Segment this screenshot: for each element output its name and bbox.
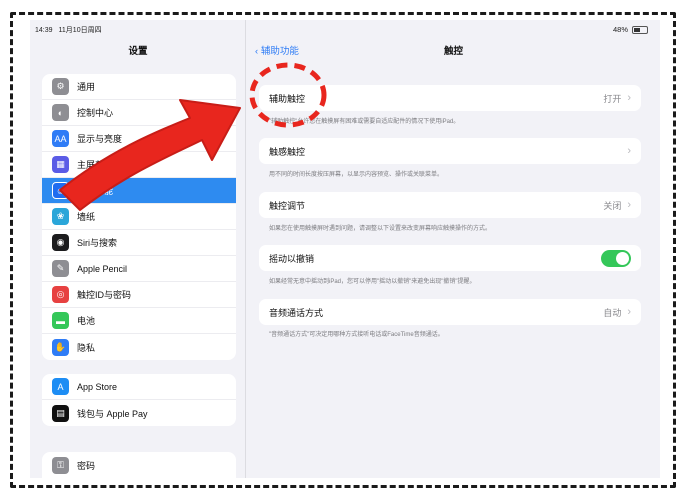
sidebar-item-label: 墙纸 — [77, 212, 96, 222]
sidebar-item-passwords[interactable]: ⚿ 密码 — [42, 452, 236, 478]
sidebar-item-label: 控制中心 — [77, 108, 114, 118]
settings-sidebar: 14:39 11月10日周四 设置 ⚙ 通用 ◐ 控制中心 AA 显示与亮度 ▦ … — [30, 20, 246, 478]
sidebar-item-label: 显示与亮度 — [77, 134, 123, 144]
sidebar-item-privacy[interactable]: ✋ 隐私 — [42, 334, 236, 360]
sidebar-item-app-store[interactable]: A App Store — [42, 374, 236, 400]
shake-to-undo-desc: 如果经常无意中摇动到iPad，您可以停用"摇动以撤销"来避免出现"撤销"提醒。 — [269, 279, 476, 285]
haptic-touch-desc: 用不同的时间长度按压屏幕，以显示内容预览、操作或关联菜单。 — [269, 172, 444, 178]
row-value: 自动 — [603, 307, 622, 318]
sidebar-item-general[interactable]: ⚙ 通用 — [42, 74, 236, 100]
sidebar-item-label: Siri与搜索 — [77, 238, 117, 248]
sidebar-item-label: 通用 — [77, 82, 96, 92]
pencil-icon: ✎ — [52, 260, 69, 277]
sidebar-item-label: 隐私 — [77, 342, 96, 353]
sidebar-title: 设置 — [128, 46, 148, 57]
haptic-touch-row[interactable]: 触感触控 › — [259, 138, 641, 164]
battery-icon: ▬ — [52, 312, 69, 329]
row-value: 关闭 — [603, 200, 622, 211]
appstore-icon: A — [52, 378, 69, 395]
sidebar-item-home-screen[interactable]: ▦ 主屏幕与程序坞 — [42, 152, 236, 178]
accessibility-icon: ☺ — [52, 182, 69, 199]
sidebar-item-accessibility[interactable]: ☺ 辅助功能 — [42, 178, 236, 204]
row-value: 打开 — [603, 93, 622, 104]
sidebar-group-main: ⚙ 通用 ◐ 控制中心 AA 显示与亮度 ▦ 主屏幕与程序坞 ☺ 辅助功能 ❀ … — [42, 74, 236, 360]
chevron-right-icon: › — [627, 145, 631, 157]
row-label: 触感触控 — [269, 146, 306, 157]
toggles-icon: ◐ — [52, 104, 69, 121]
gear-icon: ⚙ — [52, 78, 69, 95]
sidebar-item-control-center[interactable]: ◐ 控制中心 — [42, 100, 236, 126]
sidebar-group-other: ⚿ 密码 — [42, 452, 236, 478]
sidebar-item-touch-id[interactable]: ◎ 触控ID与密码 — [42, 282, 236, 308]
call-audio-routing-row[interactable]: 音频通话方式 自动 › — [259, 299, 641, 325]
sidebar-item-display[interactable]: AA 显示与亮度 — [42, 126, 236, 152]
wallet-icon: ▤ — [52, 404, 69, 422]
sidebar-item-siri[interactable]: ◉ Siri与搜索 — [42, 230, 236, 256]
sidebar-item-wallet[interactable]: ▤ 钱包与 Apple Pay — [42, 400, 236, 426]
sidebar-item-label: 主屏幕与程序坞 — [77, 160, 141, 170]
grid-icon: ▦ — [52, 156, 69, 173]
fingerprint-icon: ◎ — [52, 286, 69, 303]
sidebar-item-label: App Store — [77, 381, 118, 392]
hand-icon: ✋ — [52, 338, 69, 356]
key-icon: ⚿ — [52, 456, 69, 474]
status-bar-left: 14:39 11月10日周四 — [35, 25, 108, 35]
status-date: 11月10日周四 — [58, 27, 102, 34]
sidebar-item-wallpaper[interactable]: ❀ 墙纸 — [42, 204, 236, 230]
battery-status-icon — [632, 25, 648, 34]
page-title: 触控 — [443, 46, 463, 57]
sidebar-item-apple-pencil[interactable]: ✎ Apple Pencil — [42, 256, 236, 282]
sidebar-item-battery[interactable]: ▬ 电池 — [42, 308, 236, 334]
assistive-touch-desc: "辅助触控"允许您在触摸屏有困难或需要自适应配件的情况下使用iPad。 — [269, 119, 460, 125]
row-label: 摇动以撤销 — [269, 253, 315, 264]
status-time: 14:39 — [35, 27, 53, 34]
touch-accommodations-desc: 如果您在使用触摸屏时遇到问题，请调整以下设置来改变屏幕响应触摸操作的方式。 — [269, 226, 492, 232]
row-label: 触控调节 — [269, 200, 306, 211]
sidebar-item-label: 触控ID与密码 — [77, 290, 132, 300]
flower-icon: ❀ — [52, 208, 69, 225]
chevron-right-icon: › — [627, 306, 631, 318]
battery-percent: 48% — [612, 25, 628, 34]
sidebar-item-label: 钱包与 Apple Pay — [77, 408, 148, 419]
status-battery: 48% — [613, 25, 648, 34]
sidebar-item-label: 辅助功能 — [77, 186, 114, 196]
shake-to-undo-toggle[interactable] — [601, 249, 631, 267]
touch-accommodations-row[interactable]: 触控调节 关闭 › — [259, 192, 641, 218]
aa-icon: AA — [52, 130, 69, 147]
touch-settings-panel: 48% ‹ 辅助功能 触控 辅助触控 打开 › "辅助触控"允许您在触摸屏有困难… — [247, 20, 660, 478]
chevron-right-icon: › — [627, 92, 631, 104]
siri-icon: ◉ — [52, 234, 69, 251]
call-audio-desc: "音频通话方式"可决定用哪种方式接听电话或FaceTime音频通话。 — [269, 332, 444, 338]
chevron-right-icon: › — [627, 199, 631, 211]
sidebar-item-label: 密码 — [77, 460, 96, 471]
sidebar-item-label: Apple Pencil — [77, 263, 128, 274]
sidebar-group-store: A App Store ▤ 钱包与 Apple Pay — [42, 374, 236, 426]
assistive-touch-row[interactable]: 辅助触控 打开 › — [259, 85, 641, 111]
row-label: 音频通话方式 — [269, 307, 324, 318]
ipad-screen: 14:39 11月10日周四 设置 ⚙ 通用 ◐ 控制中心 AA 显示与亮度 ▦ … — [30, 20, 660, 478]
row-label: 辅助触控 — [269, 93, 306, 104]
shake-to-undo-row: 摇动以撤销 — [259, 245, 641, 271]
sidebar-item-label: 电池 — [77, 316, 96, 326]
